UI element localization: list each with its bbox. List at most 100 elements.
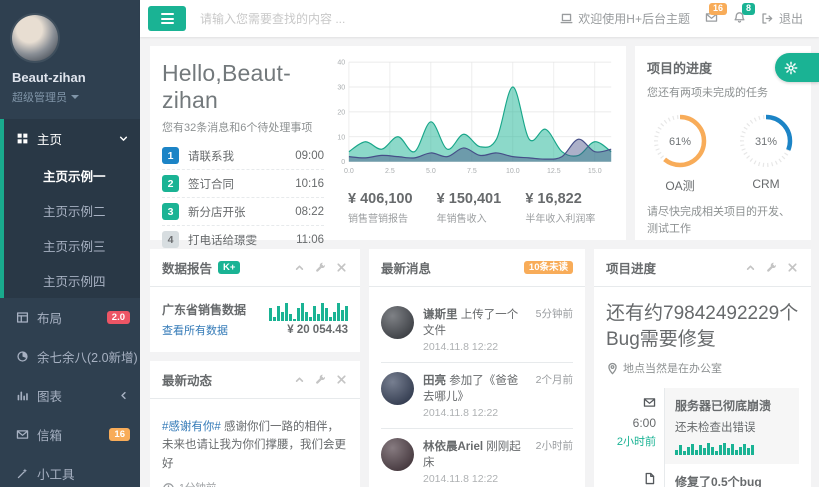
theme-settings-button[interactable]: [775, 53, 819, 82]
todo-item[interactable]: 3新分店开张08:22: [162, 198, 324, 226]
message-date: 2014.11.8 12:22: [423, 341, 527, 353]
message-item[interactable]: 谦斯里 上传了一个文件 2014.11.8 12:22 5分钟前: [381, 297, 573, 363]
notifications-count-badge: 8: [742, 3, 755, 15]
sidebar-menu: 主页主页示例一主页示例二主页示例三主页示例四布局2.0 余七余八(2.0新增) 图表…: [0, 119, 140, 487]
latest-messages-panel: 最新消息 10条未读 谦斯里 上传了一个文件 2014.11.8 12:22 5…: [369, 249, 585, 487]
sidebar-item-home[interactable]: 主页: [0, 119, 140, 158]
grid-icon: [16, 132, 29, 145]
svg-text:0.0: 0.0: [344, 166, 354, 175]
donut-label: OA测: [651, 177, 709, 194]
timeline-title: 修复了0.5个bug: [675, 473, 789, 487]
hello-panel: Hello,Beaut-zihan 您有32条消息和6个待处理事项 1请联系我0…: [150, 46, 626, 240]
search-input[interactable]: [198, 11, 428, 27]
report-sparkline: [269, 303, 348, 321]
wrench-icon[interactable]: [765, 261, 778, 274]
gear-icon: [784, 61, 798, 75]
donut-CRM: 31% CRM: [737, 112, 795, 194]
sidebar-subitem[interactable]: 主页示例一: [4, 158, 140, 193]
sidebar-subitem[interactable]: 主页示例二: [4, 193, 140, 228]
sidebar-subitem[interactable]: 主页示例三: [4, 228, 140, 263]
laptop-icon: [560, 12, 573, 25]
wrench-icon[interactable]: [314, 373, 327, 386]
timeline-title: 服务器已彻底崩溃: [675, 397, 789, 414]
todo-item[interactable]: 1请联系我09:00: [162, 142, 324, 170]
sidebar-item-v2-new[interactable]: 余七余八(2.0新增): [0, 337, 140, 376]
close-icon[interactable]: [335, 373, 348, 386]
panel-tools: [293, 373, 348, 386]
todo-number-badge: 2: [162, 175, 179, 192]
sidebar-item-badge: 2.0: [107, 311, 130, 325]
messages-count-badge: 16: [709, 3, 727, 15]
svg-text:30: 30: [337, 82, 345, 91]
message-item[interactable]: 林依晨Ariel 刚刚起床 2014.11.8 12:22 2小时前: [381, 429, 573, 487]
donut-OA测: 61% OA测: [651, 112, 709, 194]
bug-headline: 还有约79842492229个Bug需要修复: [606, 301, 799, 352]
panel-title: 最新消息: [381, 258, 431, 277]
chevron-down-icon: [117, 132, 130, 145]
avatar: [381, 372, 414, 405]
logout-label: 退出: [779, 10, 803, 27]
avatar: [381, 438, 414, 471]
message-ago: 2个月前: [536, 372, 573, 419]
stat-value: ¥ 150,401: [437, 191, 526, 207]
sidebar-submenu: 主页示例一主页示例二主页示例三主页示例四: [0, 158, 140, 298]
sidebar: Beaut-zihan 超级管理员 主页主页示例一主页示例二主页示例三主页示例四…: [0, 0, 140, 487]
message-sender: 林依晨Ariel: [423, 441, 483, 453]
collapse-icon[interactable]: [744, 261, 757, 274]
welcome-text: 欢迎使用H+后台主题: [560, 10, 690, 27]
panel-title: 最新动态: [162, 370, 212, 389]
svg-text:10.0: 10.0: [506, 166, 520, 175]
welcome-label: 欢迎使用H+后台主题: [578, 10, 690, 27]
timeline-desc: 还未检查出错误: [675, 419, 789, 435]
chevron-left-icon: [117, 389, 130, 402]
todo-number-badge: 3: [162, 203, 179, 220]
magic-icon: [16, 467, 29, 480]
user-role-dropdown[interactable]: 超级管理员: [12, 89, 128, 105]
feed-time: 1分钟前: [162, 480, 348, 487]
svg-text:5.0: 5.0: [426, 166, 436, 175]
messages-button[interactable]: 16: [705, 11, 718, 27]
stats-row: ¥ 406,100销售营销报告¥ 150,401年销售收入¥ 16,822半年收…: [332, 191, 614, 225]
stat-label: 销售营销报告: [348, 210, 437, 225]
top-navbar: 欢迎使用H+后台主题 16 8 退出: [140, 0, 819, 37]
sidebar-item-label: 余七余八(2.0新增): [37, 347, 138, 366]
sidebar-subitem[interactable]: 主页示例四: [4, 263, 140, 298]
close-icon[interactable]: [335, 261, 348, 274]
feed-tag-link[interactable]: #感谢有你#: [162, 421, 221, 433]
svg-text:7.5: 7.5: [467, 166, 477, 175]
avatar[interactable]: [12, 15, 58, 61]
svg-text:20: 20: [337, 107, 345, 116]
envelope-icon: [643, 396, 656, 409]
sidebar-item-label: 主页: [37, 129, 62, 148]
timeline-item: 6:00 2小时前 服务器已彻底崩溃 还未检查出错误: [606, 388, 799, 464]
view-all-data-link[interactable]: 查看所有数据: [162, 322, 246, 338]
message-item[interactable]: 田亮 参加了《爸爸去哪儿》 2014.11.8 12:22 2个月前: [381, 363, 573, 429]
notifications-button[interactable]: 8: [733, 11, 746, 27]
sidebar-item-charts[interactable]: 图表: [0, 376, 140, 415]
layout-icon: [16, 311, 29, 324]
svg-text:15.0: 15.0: [588, 166, 602, 175]
sidebar-item-layout[interactable]: 布局2.0: [0, 298, 140, 337]
sidebar-item-widgets[interactable]: 小工具: [0, 454, 140, 487]
sidebar-item-label: 图表: [37, 386, 62, 405]
close-icon[interactable]: [786, 261, 799, 274]
sidebar-toggle-button[interactable]: [148, 6, 186, 31]
svg-text:40: 40: [337, 57, 345, 66]
logout-button[interactable]: 退出: [761, 10, 803, 27]
app: Beaut-zihan 超级管理员 主页主页示例一主页示例二主页示例三主页示例四…: [0, 0, 819, 487]
panel-tools: [744, 261, 799, 274]
wrench-icon[interactable]: [314, 261, 327, 274]
todo-time: 08:22: [295, 206, 324, 218]
main: 欢迎使用H+后台主题 16 8 退出: [140, 0, 819, 487]
report-amount: ¥ 20 054.43: [269, 324, 348, 336]
sidebar-item-mailbox[interactable]: 信箱16: [0, 415, 140, 454]
avatar: [381, 306, 414, 339]
collapse-icon[interactable]: [293, 373, 306, 386]
project-timeline-panel: 项目进度 还有约79842492229个Bug需要修复 地点当: [594, 249, 811, 487]
sidebar-item-label: 小工具: [37, 464, 75, 483]
collapse-icon[interactable]: [293, 261, 306, 274]
page-title: Hello,Beaut-zihan: [162, 60, 324, 114]
todo-item[interactable]: 2签订合同10:16: [162, 170, 324, 198]
svg-text:10: 10: [337, 132, 345, 141]
stat-label: 年销售收入: [437, 210, 526, 225]
